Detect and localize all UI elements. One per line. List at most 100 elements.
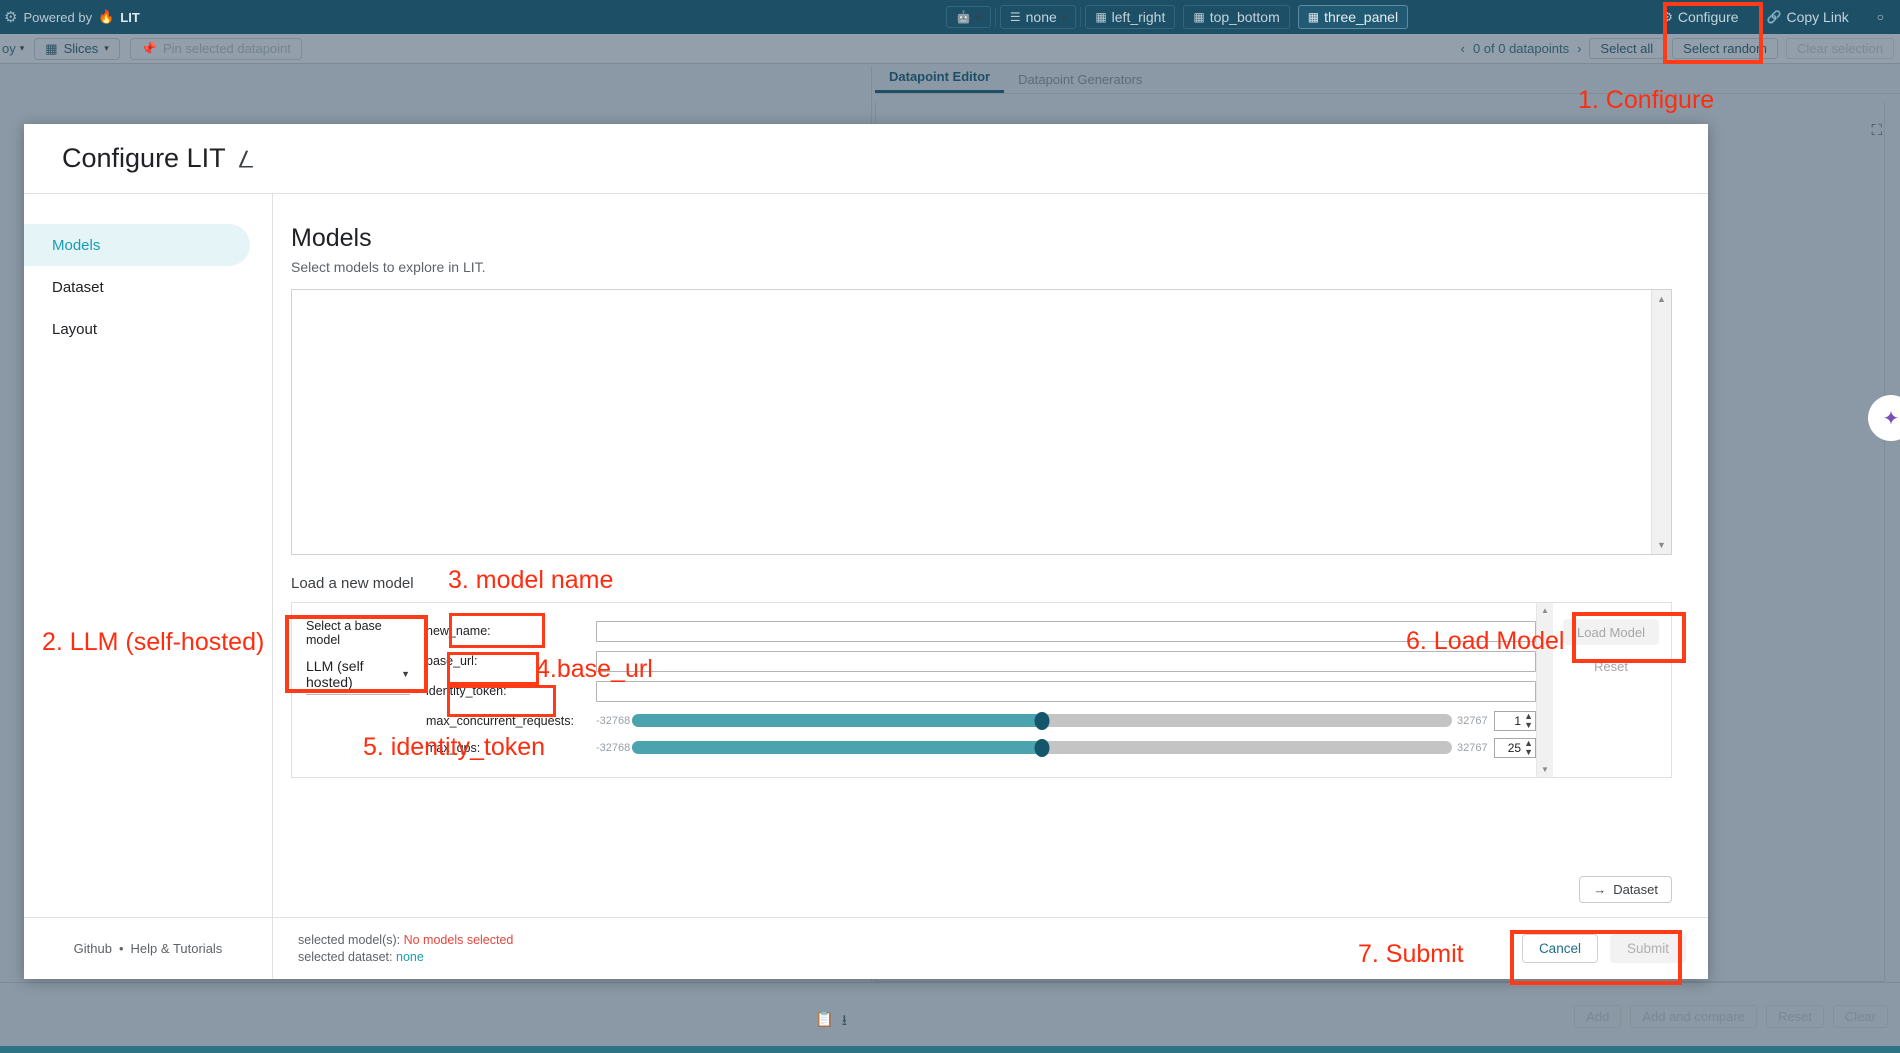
toolbar-left-group: oy ▾ ▦ Slices ▾ 📌 Pin selected datapoint: [0, 38, 302, 60]
chevron-down-icon: ▾: [104, 43, 109, 54]
lit-wordmark: LIT: [120, 10, 140, 25]
annotation-box-base-url: [447, 652, 539, 685]
stepper-arrows-icon[interactable]: ▲▼: [1524, 739, 1533, 755]
models-list-box: ▲ ▼: [291, 289, 1672, 555]
arrow-right-icon: →: [1593, 882, 1606, 897]
configure-lit-dialog: Configure LIT ⎳ Models Dataset Layout Mo…: [24, 124, 1708, 979]
add-and-compare-button[interactable]: Add and compare: [1630, 1005, 1757, 1028]
annotation-label-1: 1. Configure: [1578, 86, 1714, 115]
section-subheading: Select models to explore in LIT.: [291, 259, 1672, 275]
field-row-max-qps: max_qps: -32768 32767 25 ▲▼: [426, 734, 1536, 761]
grid-icon: ▦: [1193, 10, 1204, 24]
dialog-header: Configure LIT ⎳: [24, 124, 1708, 194]
copy-link-button[interactable]: 🔗 Copy Link: [1757, 5, 1859, 29]
stepper-value: 25: [1508, 741, 1521, 755]
app-topbar: ⚙ Powered by 🔥 LIT 🤖 ▾ ☰ none ▾ ▦: [0, 0, 1900, 34]
divider: [1080, 7, 1081, 27]
selected-models-row: selected model(s): No models selected: [298, 932, 513, 949]
annotation-label-3: 3. model name: [448, 566, 613, 595]
slider-knob[interactable]: [1035, 739, 1050, 757]
compare-selector-button[interactable]: ☰ none ▾: [1000, 5, 1076, 29]
list-icon: ☰: [1010, 10, 1021, 24]
help-tutorials-link[interactable]: Help & Tutorials: [131, 941, 223, 956]
select-all-button[interactable]: Select all: [1589, 38, 1664, 59]
slider-min-value: -32768: [596, 742, 630, 754]
stepper-arrows-icon[interactable]: ▲▼: [1524, 712, 1533, 728]
copy-icon[interactable]: 📋: [815, 1010, 834, 1035]
slices-button[interactable]: ▦ Slices ▾: [34, 38, 120, 60]
reset-button[interactable]: Reset: [1766, 1005, 1824, 1028]
clear-button[interactable]: Clear: [1833, 1005, 1888, 1028]
powered-by-label: Powered by: [23, 10, 92, 25]
copy-link-label: Copy Link: [1786, 9, 1848, 25]
github-link[interactable]: Github: [74, 941, 112, 956]
sidebar-item-models[interactable]: Models: [24, 224, 250, 266]
open-in-new-icon[interactable]: ⎳: [239, 149, 254, 169]
sidebar-item-label: Models: [52, 237, 100, 254]
slider-knob[interactable]: [1035, 712, 1050, 730]
max-concurrent-requests-stepper[interactable]: 1 ▲▼: [1494, 711, 1536, 731]
dialog-body: Models Dataset Layout Models Select mode…: [24, 194, 1708, 917]
scroll-up-icon[interactable]: ▲: [1657, 294, 1666, 304]
layout-top-bottom-button[interactable]: ▦ top_bottom: [1183, 5, 1289, 29]
topbar-brand: ⚙ Powered by 🔥 LIT: [0, 9, 140, 25]
max-qps-slider[interactable]: [632, 741, 1452, 754]
tab-datapoint-generators[interactable]: Datapoint Generators: [1004, 72, 1156, 93]
selected-dataset-label: selected dataset:: [298, 950, 393, 964]
clear-selection-button[interactable]: Clear selection: [1786, 38, 1894, 59]
next-datapoint-arrow[interactable]: ›: [1577, 41, 1581, 56]
sidebar-item-dataset[interactable]: Dataset: [24, 266, 250, 308]
field-row-max-concurrent-requests: max_concurrent_requests: -32768 32767 1 …: [426, 707, 1536, 734]
dialog-sidebar: Models Dataset Layout: [24, 194, 273, 917]
max-concurrent-requests-slider[interactable]: [632, 714, 1452, 727]
status-strip: [0, 1046, 1900, 1053]
model-selector-button[interactable]: 🤖 ▾: [946, 6, 990, 28]
circle-icon: ○: [1877, 10, 1884, 24]
layout-three-panel-button[interactable]: ▦ three_panel: [1298, 5, 1408, 29]
footer-links: Github • Help & Tutorials: [24, 918, 273, 979]
identity-token-input[interactable]: [596, 681, 1536, 702]
grid-icon: ▦: [1095, 10, 1106, 24]
slider-min-value: -32768: [596, 715, 630, 727]
footer-status: selected model(s): No models selected se…: [273, 932, 513, 966]
next-dataset-button[interactable]: → Dataset: [1579, 876, 1672, 903]
prev-datapoint-arrow[interactable]: ‹: [1461, 41, 1465, 56]
pin-datapoint-button[interactable]: 📌 Pin selected datapoint: [130, 38, 302, 60]
annotation-box-new-name: [449, 613, 545, 648]
add-button[interactable]: Add: [1574, 1005, 1621, 1028]
section-heading: Models: [291, 224, 1672, 253]
dot-separator: •: [119, 941, 124, 956]
sidebar-item-layout[interactable]: Layout: [24, 308, 250, 350]
robot-icon: 🤖: [956, 10, 971, 24]
selected-dataset-row: selected dataset: none: [298, 949, 513, 966]
selected-models-value: No models selected: [404, 933, 514, 947]
layout-left-right-button[interactable]: ▦ left_right: [1085, 5, 1175, 29]
max-qps-stepper[interactable]: 25 ▲▼: [1494, 738, 1536, 758]
base-url-input[interactable]: [596, 651, 1536, 672]
fullscreen-icon[interactable]: ⛶: [1871, 122, 1882, 139]
grid-icon: ▦: [1308, 10, 1319, 24]
pin-icon: 📌: [141, 41, 157, 57]
chevron-down-icon: ▾: [20, 43, 25, 54]
tab-datapoint-editor[interactable]: Datapoint Editor: [875, 69, 1004, 93]
selected-models-label: selected model(s):: [298, 933, 400, 947]
grid-icon: ▦: [45, 41, 57, 57]
annotation-label-7: 7. Submit: [1358, 940, 1464, 969]
models-list-scrollbar[interactable]: ▲ ▼: [1651, 290, 1671, 554]
scroll-up-icon[interactable]: ▲: [1541, 606, 1549, 615]
annotation-label-2: 2. LLM (self-hosted): [42, 628, 264, 657]
pin-label: Pin selected datapoint: [163, 41, 291, 56]
datapoint-panel-tabs: Datapoint Editor Datapoint Generators: [875, 66, 1900, 94]
new-name-input[interactable]: [596, 621, 1536, 642]
download-icon[interactable]: ⭳: [842, 1010, 847, 1035]
scroll-down-icon[interactable]: ▼: [1657, 540, 1666, 550]
color-by-dropdown[interactable]: oy ▾: [2, 41, 24, 56]
slider-max-value: 32767: [1454, 715, 1488, 727]
annotation-label-6: 6. Load Model: [1406, 627, 1564, 656]
chevron-down-icon: ▾: [1062, 12, 1067, 23]
bottom-action-buttons: Add Add and compare Reset Clear: [1574, 1005, 1888, 1028]
settings-button[interactable]: ○: [1867, 6, 1894, 28]
scroll-down-icon[interactable]: ▼: [1541, 765, 1549, 774]
model-field-list: new_name: base_url: identity_token:: [412, 603, 1536, 777]
layout-label: three_panel: [1324, 9, 1398, 25]
